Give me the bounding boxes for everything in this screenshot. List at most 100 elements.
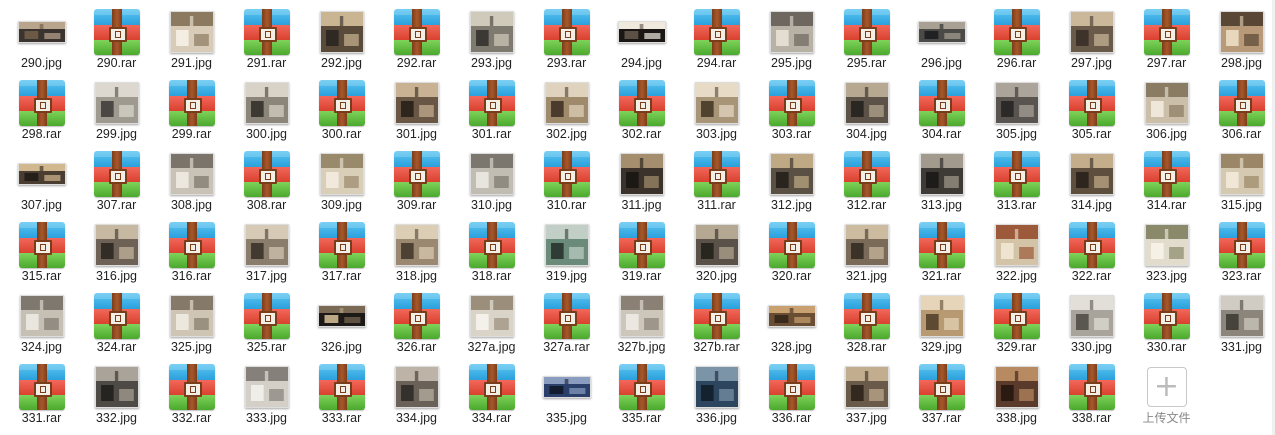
file-item-rar[interactable]: 300.rar	[304, 75, 379, 141]
file-item-jpg[interactable]: 334.jpg	[379, 359, 454, 425]
file-item-rar[interactable]: 337.rar	[904, 359, 979, 425]
file-item-jpg[interactable]: 293.jpg	[454, 4, 529, 70]
file-item-jpg[interactable]: 291.jpg	[154, 4, 229, 70]
file-item-jpg[interactable]: 324.jpg	[4, 288, 79, 354]
file-item-jpg[interactable]: 327a.jpg	[454, 288, 529, 354]
file-item-jpg[interactable]: 318.jpg	[379, 217, 454, 283]
file-item-rar[interactable]: 308.rar	[229, 146, 304, 212]
file-item-rar[interactable]: 325.rar	[229, 288, 304, 354]
file-item-jpg[interactable]: 323.jpg	[1129, 217, 1204, 283]
file-item-jpg[interactable]: 292.jpg	[304, 4, 379, 70]
file-item-jpg[interactable]: 294.jpg	[604, 4, 679, 70]
file-item-rar[interactable]: 327b.rar	[679, 288, 754, 354]
file-item-rar[interactable]: 331.rar	[4, 359, 79, 425]
file-item-rar[interactable]: 322.rar	[1054, 217, 1129, 283]
file-item-rar[interactable]: 336.rar	[754, 359, 829, 425]
file-item-rar[interactable]: 307.rar	[79, 146, 154, 212]
file-item-rar[interactable]: 318.rar	[454, 217, 529, 283]
file-item-rar[interactable]: 302.rar	[604, 75, 679, 141]
file-item-rar[interactable]: 320.rar	[754, 217, 829, 283]
file-item-jpg[interactable]: 333.jpg	[229, 359, 304, 425]
file-item-jpg[interactable]: 311.jpg	[604, 146, 679, 212]
file-item-jpg[interactable]: 310.jpg	[454, 146, 529, 212]
file-item-rar[interactable]: 309.rar	[379, 146, 454, 212]
file-item-jpg[interactable]: 304.jpg	[829, 75, 904, 141]
file-item-rar[interactable]: 291.rar	[229, 4, 304, 70]
file-item-rar[interactable]: 335.rar	[604, 359, 679, 425]
file-item-jpg[interactable]: 330.jpg	[1054, 288, 1129, 354]
file-item-jpg[interactable]: 290.jpg	[4, 4, 79, 70]
file-item-jpg[interactable]: 328.jpg	[754, 288, 829, 354]
file-item-jpg[interactable]: 319.jpg	[529, 217, 604, 283]
file-item-rar[interactable]: 317.rar	[304, 217, 379, 283]
file-item-jpg[interactable]: 297.jpg	[1054, 4, 1129, 70]
file-item-rar[interactable]: 297.rar	[1129, 4, 1204, 70]
file-item-rar[interactable]: 294.rar	[679, 4, 754, 70]
file-item-rar[interactable]: 306.rar	[1204, 75, 1275, 141]
file-item-jpg[interactable]: 298.jpg	[1204, 4, 1275, 70]
file-item-jpg[interactable]: 329.jpg	[904, 288, 979, 354]
file-item-jpg[interactable]: 338.jpg	[979, 359, 1054, 425]
file-item-jpg[interactable]: 307.jpg	[4, 146, 79, 212]
file-item-jpg[interactable]: 322.jpg	[979, 217, 1054, 283]
file-item-jpg[interactable]: 300.jpg	[229, 75, 304, 141]
file-item-rar[interactable]: 338.rar	[1054, 359, 1129, 425]
file-item-rar[interactable]: 299.rar	[154, 75, 229, 141]
file-item-jpg[interactable]: 327b.jpg	[604, 288, 679, 354]
file-item-rar[interactable]: 316.rar	[154, 217, 229, 283]
file-item-rar[interactable]: 334.rar	[454, 359, 529, 425]
file-item-jpg[interactable]: 320.jpg	[679, 217, 754, 283]
file-item-rar[interactable]: 321.rar	[904, 217, 979, 283]
file-item-rar[interactable]: 333.rar	[304, 359, 379, 425]
file-item-jpg[interactable]: 321.jpg	[829, 217, 904, 283]
file-item-jpg[interactable]: 325.jpg	[154, 288, 229, 354]
file-item-jpg[interactable]: 326.jpg	[304, 288, 379, 354]
file-item-rar[interactable]: 312.rar	[829, 146, 904, 212]
file-item-jpg[interactable]: 303.jpg	[679, 75, 754, 141]
file-item-jpg[interactable]: 306.jpg	[1129, 75, 1204, 141]
file-item-rar[interactable]: 324.rar	[79, 288, 154, 354]
file-item-rar[interactable]: 329.rar	[979, 288, 1054, 354]
file-item-jpg[interactable]: 299.jpg	[79, 75, 154, 141]
file-item-rar[interactable]: 295.rar	[829, 4, 904, 70]
file-item-rar[interactable]: 310.rar	[529, 146, 604, 212]
file-item-rar[interactable]: 332.rar	[154, 359, 229, 425]
file-item-jpg[interactable]: 316.jpg	[79, 217, 154, 283]
file-item-rar[interactable]: 314.rar	[1129, 146, 1204, 212]
file-item-rar[interactable]: 305.rar	[1054, 75, 1129, 141]
file-item-jpg[interactable]: 302.jpg	[529, 75, 604, 141]
file-item-jpg[interactable]: 308.jpg	[154, 146, 229, 212]
file-item-rar[interactable]: 301.rar	[454, 75, 529, 141]
file-item-jpg[interactable]: 296.jpg	[904, 4, 979, 70]
file-item-rar[interactable]: 296.rar	[979, 4, 1054, 70]
file-item-rar[interactable]: 323.rar	[1204, 217, 1275, 283]
file-item-rar[interactable]: 311.rar	[679, 146, 754, 212]
file-item-rar[interactable]: 319.rar	[604, 217, 679, 283]
file-item-rar[interactable]: 293.rar	[529, 4, 604, 70]
file-item-jpg[interactable]: 331.jpg	[1204, 288, 1275, 354]
file-item-jpg[interactable]: 309.jpg	[304, 146, 379, 212]
file-item-rar[interactable]: 304.rar	[904, 75, 979, 141]
file-item-rar[interactable]: 327a.rar	[529, 288, 604, 354]
file-item-jpg[interactable]: 312.jpg	[754, 146, 829, 212]
file-item-jpg[interactable]: 336.jpg	[679, 359, 754, 425]
file-item-jpg[interactable]: 332.jpg	[79, 359, 154, 425]
file-item-rar[interactable]: 326.rar	[379, 288, 454, 354]
file-item-jpg[interactable]: 335.jpg	[529, 359, 604, 425]
file-item-jpg[interactable]: 314.jpg	[1054, 146, 1129, 212]
file-item-jpg[interactable]: 317.jpg	[229, 217, 304, 283]
file-item-rar[interactable]: 303.rar	[754, 75, 829, 141]
file-item-rar[interactable]: 290.rar	[79, 4, 154, 70]
file-item-rar[interactable]: 313.rar	[979, 146, 1054, 212]
file-item-jpg[interactable]: 315.jpg	[1204, 146, 1275, 212]
file-item-jpg[interactable]: 301.jpg	[379, 75, 454, 141]
file-item-jpg[interactable]: 313.jpg	[904, 146, 979, 212]
file-item-rar[interactable]: 298.rar	[4, 75, 79, 141]
file-item-rar[interactable]: 292.rar	[379, 4, 454, 70]
file-item-rar[interactable]: 315.rar	[4, 217, 79, 283]
file-item-jpg[interactable]: 295.jpg	[754, 4, 829, 70]
file-item-jpg[interactable]: 337.jpg	[829, 359, 904, 425]
upload-file-button[interactable]: + 上传文件	[1129, 359, 1204, 425]
file-item-rar[interactable]: 328.rar	[829, 288, 904, 354]
file-item-rar[interactable]: 330.rar	[1129, 288, 1204, 354]
